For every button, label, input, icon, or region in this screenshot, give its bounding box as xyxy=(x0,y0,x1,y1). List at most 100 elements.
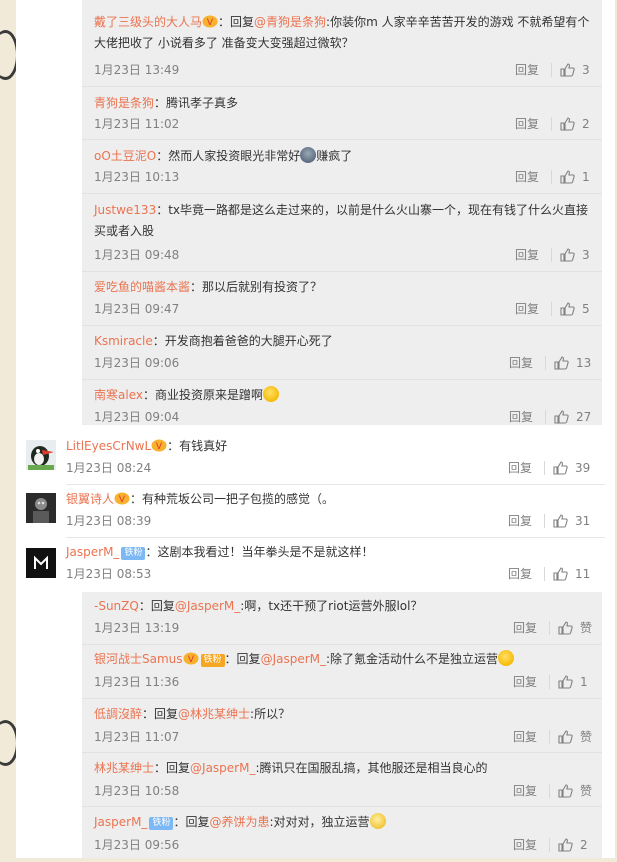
thumbs-up-icon xyxy=(558,784,573,798)
divider xyxy=(545,356,546,370)
like-count: 赞 xyxy=(580,730,593,744)
username[interactable]: LitlEyesCrNwL xyxy=(66,439,151,453)
reply-button[interactable]: 回复 xyxy=(515,299,539,319)
svg-text:V: V xyxy=(207,18,214,28)
timestamp: 1月23日 13:19 xyxy=(94,621,180,635)
nested-replies: -SunZQ：回复@JasperM_:啊，tx还干预了riot运营外服lol？ … xyxy=(82,592,602,858)
mention-link[interactable]: @养饼为患 xyxy=(209,815,269,829)
reply-item: JasperM_ 铁粉 ：回复@养饼为患:对对对，独立运营 1月23日 09:56 … xyxy=(82,807,602,862)
reply-button[interactable]: 回复 xyxy=(513,727,537,747)
like-count: 2 xyxy=(580,838,588,852)
avatar[interactable] xyxy=(26,548,56,578)
username[interactable]: 银河战士Samus xyxy=(94,652,183,666)
reply-prefix: ：回复 xyxy=(218,15,255,29)
reply-button[interactable]: 回复 xyxy=(513,618,537,638)
reply-button[interactable]: 回复 xyxy=(509,353,533,373)
avatar[interactable] xyxy=(26,493,56,523)
reply-button[interactable]: 回复 xyxy=(515,167,539,187)
username[interactable]: 戴了三级头的大人马 xyxy=(94,15,202,29)
reply-button[interactable]: 回复 xyxy=(515,245,539,265)
thumbs-up-icon xyxy=(558,730,573,744)
reply-item: oO土豆泥O：然而人家投资眼光非常好 赚疯了 1月23日 10:13 回复 1 xyxy=(82,140,602,194)
reply-prefix: ：回复 xyxy=(224,652,261,666)
crying-laugh-emoji-icon xyxy=(300,147,317,163)
username[interactable]: Justwe133 xyxy=(94,203,156,217)
divider xyxy=(545,410,546,424)
divider xyxy=(549,784,550,798)
svg-text:V: V xyxy=(187,655,194,665)
grinning-emoji-icon xyxy=(498,650,515,666)
reply-button[interactable]: 回复 xyxy=(508,511,532,531)
thumbs-up-icon xyxy=(558,838,573,852)
reply-item: 银河战士Samus V 铁粉 ：回复@JasperM_:除了氪金活动什么不是独立运营 … xyxy=(82,645,602,699)
reply-text: :腾讯只在国服乱搞，其他服还是相当良心的 xyxy=(255,761,488,775)
username[interactable]: 银翼诗人 xyxy=(66,492,114,506)
reply-button[interactable]: 回复 xyxy=(513,781,537,801)
divider xyxy=(544,461,545,475)
fan-badge: 铁粉 xyxy=(200,654,225,667)
divider xyxy=(551,302,552,316)
reply-text-tail: 赚疯了 xyxy=(316,149,353,163)
reply-item: Ksmiracle：开发商抱着爸爸的大腿开心死了 1月23日 09:06 回复 … xyxy=(82,326,602,380)
comment-card: 戴了三级头的大人马 V ：回复@青狗是条狗:你装你m 人家辛辛苦苦开发的游戏 不就希… xyxy=(16,0,615,858)
username[interactable]: 低調沒醉 xyxy=(94,707,142,721)
reply-text: :所以？ xyxy=(250,707,291,721)
comment-item: LitlEyesCrNwL V ：有钱真好 1月23日 08:24 回复 39 xyxy=(16,432,615,484)
divider xyxy=(549,621,550,635)
username[interactable]: JasperM_ xyxy=(94,815,147,829)
username[interactable]: -SunZQ xyxy=(94,599,139,613)
like-count: 3 xyxy=(582,63,590,77)
like-count: 1 xyxy=(582,170,590,184)
mention-link[interactable]: @林兆某绅士 xyxy=(178,707,250,721)
username[interactable]: Ksmiracle xyxy=(94,334,153,348)
mention-link[interactable]: @JasperM_ xyxy=(190,761,255,775)
reply-text: :对对对，独立运营 xyxy=(269,815,370,829)
timestamp: 1月23日 11:02 xyxy=(94,117,180,131)
mention-link[interactable]: @JasperM_ xyxy=(261,652,326,666)
comment-item: JasperM_ 铁粉 ：这剧本我看过！当年拳头是不是就这样！ 1月23日 08:5… xyxy=(16,538,615,590)
divider xyxy=(544,514,545,528)
like-count: 赞 xyxy=(580,621,593,635)
reply-button[interactable]: 回复 xyxy=(513,672,537,692)
divider xyxy=(549,730,550,744)
username[interactable]: 南寒alex xyxy=(94,388,143,402)
reply-button[interactable]: 回复 xyxy=(515,60,539,80)
reply-item: 南寒alex：商业投资原来是蹭啊 1月23日 09:04 回复 27 xyxy=(82,380,602,435)
username[interactable]: JasperM_ xyxy=(66,545,119,559)
reply-prefix: ：回复 xyxy=(138,599,175,613)
reply-button[interactable]: 回复 xyxy=(508,564,532,584)
username[interactable]: 林兆某绅士 xyxy=(94,761,154,775)
username[interactable]: 爱吃鱼的喵酱本酱 xyxy=(94,280,190,294)
timestamp: 1月23日 08:39 xyxy=(66,514,152,528)
reply-button[interactable]: 回复 xyxy=(515,114,539,134)
mention-link[interactable]: @青狗是条狗 xyxy=(254,15,326,29)
timestamp: 1月23日 09:48 xyxy=(94,248,180,262)
comment-text: ：这剧本我看过！当年拳头是不是就这样！ xyxy=(145,545,374,559)
like-count: 3 xyxy=(582,248,590,262)
avatar[interactable] xyxy=(26,440,56,470)
svg-text:V: V xyxy=(119,495,126,505)
mention-link[interactable]: @JasperM_ xyxy=(175,599,240,613)
like-count: 11 xyxy=(575,567,591,581)
username[interactable]: oO土豆泥O xyxy=(94,149,156,163)
timestamp: 1月23日 09:06 xyxy=(94,356,180,370)
svg-text:V: V xyxy=(156,442,163,452)
timestamp: 1月23日 08:24 xyxy=(66,461,152,475)
reply-button[interactable]: 回复 xyxy=(509,407,533,427)
reply-item: 青狗是条狗：腾讯孝子真多 1月23日 11:02 回复 2 xyxy=(82,87,602,140)
divider xyxy=(551,170,552,184)
timestamp: 1月23日 10:58 xyxy=(94,784,180,798)
timestamp: 1月23日 09:04 xyxy=(94,410,180,424)
reply-item: -SunZQ：回复@JasperM_:啊，tx还干预了riot运营外服lol？ … xyxy=(82,592,602,645)
reply-text: ：然而人家投资眼光非常好 xyxy=(156,149,301,163)
reply-button[interactable]: 回复 xyxy=(513,835,537,855)
timestamp: 1月23日 11:07 xyxy=(94,730,180,744)
reply-button[interactable]: 回复 xyxy=(508,458,532,478)
reply-prefix: ：回复 xyxy=(173,815,210,829)
thumbs-up-icon xyxy=(560,63,575,77)
like-count: 31 xyxy=(575,514,591,528)
thumbs-up-icon xyxy=(553,567,568,581)
thumbs-up-icon xyxy=(560,170,575,184)
vip-badge-icon: V xyxy=(202,15,218,28)
username[interactable]: 青狗是条狗 xyxy=(94,96,154,110)
